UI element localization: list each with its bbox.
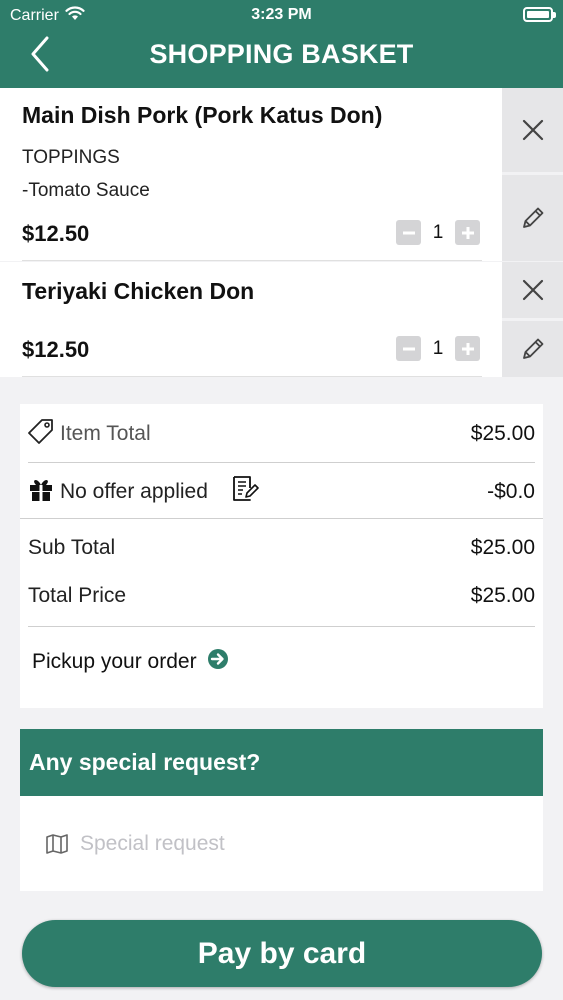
edit-item-button[interactable] <box>502 175 563 261</box>
quantity-stepper: 1 <box>396 336 480 361</box>
total-price-label: Total Price <box>28 584 127 607</box>
offer-row: No offer applied -$0.0 <box>20 467 543 517</box>
sub-total-value: $25.00 <box>470 536 535 559</box>
special-request-box <box>20 796 543 891</box>
edit-item-button[interactable] <box>502 321 563 377</box>
divider <box>20 518 543 519</box>
item-total-label-group: Item Total <box>28 418 151 450</box>
total-price-value: $25.00 <box>470 584 535 607</box>
pencil-icon <box>522 207 543 228</box>
quantity-value: 1 <box>432 221 444 243</box>
sub-total-row: Sub Total $25.00 <box>20 524 543 572</box>
increase-button[interactable] <box>455 336 480 361</box>
price-tag-icon <box>28 418 54 450</box>
pickup-order-link[interactable]: Pickup your order <box>32 648 229 676</box>
status-bar: Carrier 3:23 PM <box>0 0 563 30</box>
battery-icon <box>523 7 556 22</box>
page-title: SHOPPING BASKET <box>149 39 414 69</box>
minus-icon <box>402 347 415 350</box>
offer-value: -$0.0 <box>487 480 535 503</box>
item-price: $12.50 <box>22 337 90 362</box>
clock: 3:23 PM <box>251 6 312 23</box>
gift-icon <box>28 476 54 508</box>
pickup-label: Pickup your order <box>32 650 197 673</box>
quantity-value: 1 <box>432 337 444 359</box>
item-total-value: $25.00 <box>470 422 535 445</box>
map-icon <box>46 834 68 859</box>
plus-icon <box>461 226 474 239</box>
cart-item: Teriyaki Chicken Don $12.50 1 <box>0 262 502 377</box>
item-total-label: Item Total <box>60 422 151 445</box>
remove-item-button[interactable] <box>502 262 563 318</box>
divider <box>28 462 535 463</box>
remove-item-button[interactable] <box>502 88 563 172</box>
total-price-row: Total Price $25.00 <box>20 572 543 620</box>
divider <box>22 260 482 261</box>
topping-value: -Tomato Sauce <box>22 180 150 201</box>
quantity-stepper: 1 <box>396 220 480 245</box>
sub-total-label: Sub Total <box>28 536 116 559</box>
pencil-icon <box>522 338 543 359</box>
toppings-label: TOPPINGS <box>22 147 120 168</box>
increase-button[interactable] <box>455 220 480 245</box>
item-total-row: Item Total $25.00 <box>20 410 543 458</box>
plus-icon <box>461 342 474 355</box>
special-request-input[interactable] <box>80 824 520 864</box>
item-price: $12.50 <box>22 221 90 246</box>
cart-item: Main Dish Pork (Pork Katus Don) TOPPINGS… <box>0 88 502 261</box>
item-name: Teriyaki Chicken Don <box>22 278 255 304</box>
arrow-right-circle-icon <box>207 648 229 676</box>
offer-label-group: No offer applied <box>28 474 260 510</box>
divider <box>28 626 535 627</box>
decrease-button[interactable] <box>396 220 421 245</box>
close-icon <box>522 279 543 301</box>
decrease-button[interactable] <box>396 336 421 361</box>
item-name: Main Dish Pork (Pork Katus Don) <box>22 102 383 128</box>
offer-label: No offer applied <box>60 480 208 503</box>
divider <box>22 376 482 377</box>
special-request-heading: Any special request? <box>20 729 543 796</box>
pay-by-card-button[interactable]: Pay by card <box>22 920 542 987</box>
coupon-edit-icon[interactable] <box>230 474 260 510</box>
header-bar: Carrier 3:23 PM SHOPPING BASKET <box>0 0 563 88</box>
minus-icon <box>402 231 415 234</box>
close-icon <box>522 119 543 141</box>
order-summary: Item Total $25.00 No offer applied -$0.0… <box>20 404 543 708</box>
